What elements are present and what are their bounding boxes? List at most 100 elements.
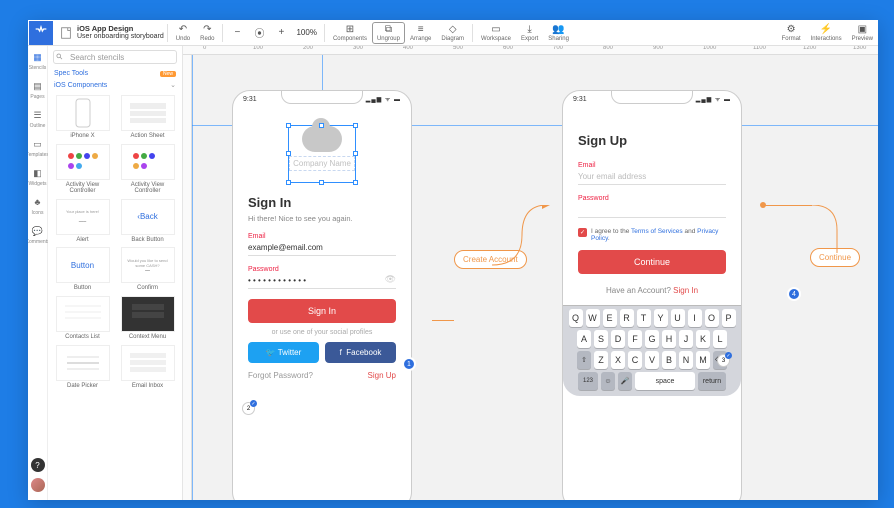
nav-widgets-icon[interactable]: ◧ bbox=[31, 166, 45, 180]
nav-stencils-icon[interactable]: ▦ bbox=[31, 50, 45, 64]
zoom-reset-button[interactable]: ⦿ bbox=[248, 25, 270, 41]
signin-button[interactable]: Sign In bbox=[248, 299, 396, 323]
email-input[interactable]: example@email.com bbox=[248, 243, 396, 256]
stencil-item[interactable]: Email Inbox bbox=[117, 345, 178, 390]
key-b[interactable]: B bbox=[662, 351, 676, 369]
key-r[interactable]: R bbox=[620, 309, 634, 327]
artboard-signup[interactable]: 9:31▂▄▆ ᯤ ▬ Sign Up Email Your email add… bbox=[562, 90, 742, 500]
key-o[interactable]: O bbox=[705, 309, 719, 327]
nav-templates-icon[interactable]: ▭ bbox=[31, 137, 45, 151]
emoji-key[interactable]: ☺ bbox=[601, 372, 615, 390]
stencil-search-input[interactable]: Search stencils bbox=[53, 50, 177, 64]
twitter-button[interactable]: 🐦 Twitter bbox=[248, 342, 319, 363]
ungroup-button[interactable]: ⧉Ungroup bbox=[372, 22, 405, 44]
stencil-item[interactable]: iPhone X bbox=[52, 95, 113, 140]
selected-element[interactable]: Company Name bbox=[288, 125, 356, 183]
zoom-level[interactable]: 100% bbox=[292, 28, 320, 37]
stencil-item[interactable]: Context Menu bbox=[117, 296, 178, 341]
key-g[interactable]: G bbox=[645, 330, 659, 348]
nav-comments-icon[interactable]: 💬 bbox=[31, 224, 45, 238]
key-e[interactable]: E bbox=[603, 309, 617, 327]
password-input[interactable]: • • • • • • • • • • • •👁 bbox=[248, 276, 396, 289]
artboard-signin[interactable]: 9:31▂▄▆ ᯤ ▬ Company Name Sign In H bbox=[232, 90, 412, 500]
zoom-in-button[interactable]: + bbox=[270, 25, 292, 41]
key-k[interactable]: K bbox=[696, 330, 710, 348]
key-x[interactable]: X bbox=[611, 351, 625, 369]
forgot-password-link[interactable]: Forgot Password? bbox=[248, 371, 313, 380]
mic-key[interactable]: 🎤 bbox=[618, 372, 632, 390]
redo-button[interactable]: ↷Redo bbox=[195, 22, 219, 44]
shift-key[interactable]: ⇧ bbox=[577, 351, 591, 369]
zoom-out-button[interactable]: − bbox=[226, 25, 248, 41]
key-h[interactable]: H bbox=[662, 330, 676, 348]
stencil-item[interactable]: Activity View Controller bbox=[52, 144, 113, 195]
nav-outline-icon[interactable]: ☰ bbox=[31, 108, 45, 122]
interaction-badge[interactable]: 1 bbox=[402, 357, 416, 371]
interactions-button[interactable]: ⚡Interactions bbox=[806, 22, 847, 44]
stencil-item[interactable]: Contacts List bbox=[52, 296, 113, 341]
canvas[interactable]: 9:31▂▄▆ ᯤ ▬ Company Name Sign In H bbox=[183, 55, 878, 500]
arrange-button[interactable]: ≡Arrange bbox=[405, 22, 436, 44]
sharing-button[interactable]: 👥Sharing bbox=[543, 22, 574, 44]
document-title-block[interactable]: iOS App Design User onboarding storyboar… bbox=[77, 25, 164, 40]
return-key[interactable]: return bbox=[698, 372, 726, 390]
stencil-item[interactable]: Action Sheet bbox=[117, 95, 178, 140]
flow-connector bbox=[432, 320, 454, 321]
terms-link[interactable]: Terms of Services bbox=[631, 228, 683, 235]
app-logo[interactable] bbox=[29, 21, 53, 45]
key-q[interactable]: Q bbox=[569, 309, 583, 327]
stencil-item[interactable]: Your place is here!━━━Alert bbox=[52, 199, 113, 244]
signup-link[interactable]: Sign Up bbox=[368, 371, 396, 380]
space-key[interactable]: space bbox=[635, 372, 695, 390]
flow-connector bbox=[762, 205, 812, 206]
user-avatar[interactable] bbox=[31, 478, 45, 492]
nav-icons-icon[interactable]: ♣ bbox=[31, 195, 45, 209]
key-y[interactable]: Y bbox=[654, 309, 668, 327]
comment-badge[interactable]: 3 bbox=[717, 354, 730, 367]
undo-button[interactable]: ↶Undo bbox=[171, 22, 195, 44]
key-s[interactable]: S bbox=[594, 330, 608, 348]
key-u[interactable]: U bbox=[671, 309, 685, 327]
key-p[interactable]: P bbox=[722, 309, 736, 327]
workspace-button[interactable]: ▭Workspace bbox=[476, 22, 516, 44]
key-l[interactable]: L bbox=[713, 330, 727, 348]
comment-badge[interactable]: 2 bbox=[242, 402, 255, 415]
password-input[interactable] bbox=[578, 205, 726, 218]
format-button[interactable]: ⚙Format bbox=[777, 22, 806, 44]
facebook-button[interactable]: f Facebook bbox=[325, 342, 396, 363]
nav-pages-icon[interactable]: ▤ bbox=[31, 79, 45, 93]
stencil-item[interactable]: Activity View Controller bbox=[117, 144, 178, 195]
email-input[interactable]: Your email address bbox=[578, 172, 726, 185]
terms-checkbox-row[interactable]: ✓ I agree to the Terms of Services and P… bbox=[578, 228, 726, 242]
key-w[interactable]: W bbox=[586, 309, 600, 327]
key-f[interactable]: F bbox=[628, 330, 642, 348]
key-v[interactable]: V bbox=[645, 351, 659, 369]
numbers-key[interactable]: 123 bbox=[578, 372, 598, 390]
eye-icon[interactable]: 👁 bbox=[385, 274, 396, 285]
stencil-item[interactable]: ‹ BackBack Button bbox=[117, 199, 178, 244]
guide-line[interactable] bbox=[192, 55, 193, 500]
interaction-badge[interactable]: 4 bbox=[787, 287, 801, 301]
help-button[interactable]: ? bbox=[31, 458, 45, 472]
stencil-item[interactable]: ButtonButton bbox=[52, 247, 113, 292]
key-c[interactable]: C bbox=[628, 351, 642, 369]
continue-button[interactable]: Continue bbox=[578, 250, 726, 274]
key-a[interactable]: A bbox=[577, 330, 591, 348]
key-d[interactable]: D bbox=[611, 330, 625, 348]
stencil-item[interactable]: Date Picker bbox=[52, 345, 113, 390]
signin-link[interactable]: Sign In bbox=[673, 286, 698, 295]
components-button[interactable]: ⊞Components bbox=[328, 22, 372, 44]
key-j[interactable]: J bbox=[679, 330, 693, 348]
key-m[interactable]: M bbox=[696, 351, 710, 369]
diagram-button[interactable]: ◇Diagram bbox=[436, 22, 469, 44]
checkbox-icon[interactable]: ✓ bbox=[578, 228, 587, 237]
key-t[interactable]: T bbox=[637, 309, 651, 327]
key-z[interactable]: Z bbox=[594, 351, 608, 369]
section-ios-components[interactable]: iOS Components⌄ bbox=[48, 79, 182, 91]
section-spec-tools[interactable]: Spec Tools bbox=[48, 68, 182, 79]
preview-button[interactable]: ▣Preview bbox=[847, 22, 878, 44]
key-n[interactable]: N bbox=[679, 351, 693, 369]
key-i[interactable]: I bbox=[688, 309, 702, 327]
stencil-item[interactable]: Would you like to send some CASH?━━Confi… bbox=[117, 247, 178, 292]
export-button[interactable]: ⤓Export bbox=[516, 22, 543, 44]
